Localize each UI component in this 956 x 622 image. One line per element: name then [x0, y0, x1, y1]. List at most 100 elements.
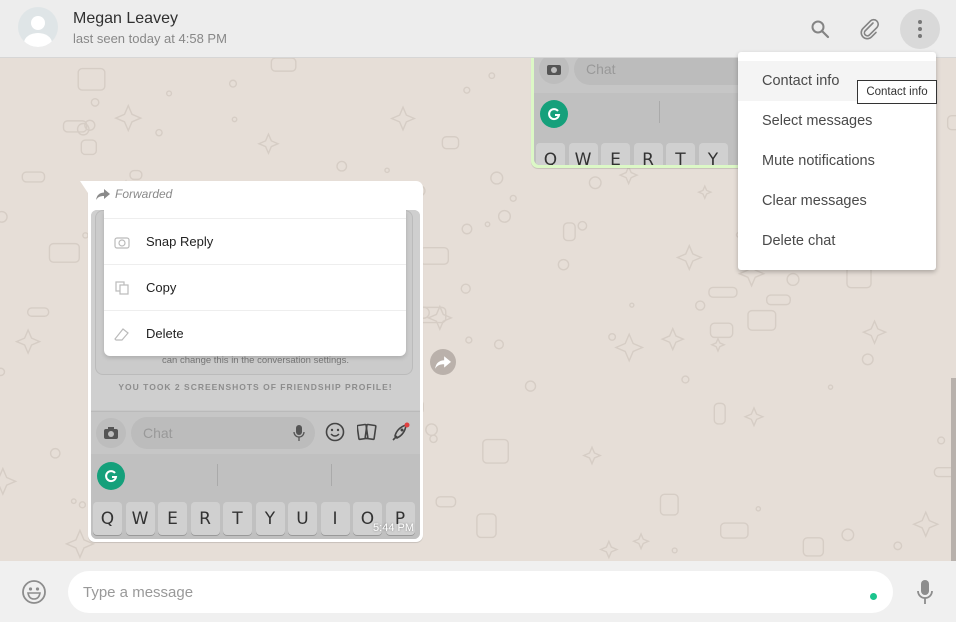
keyboard-key: Y [255, 502, 285, 535]
outgoing-message-bubble[interactable]: Chat QWERTY [531, 58, 746, 168]
wallpaper-doodle [747, 309, 777, 331]
wallpaper-doodle [231, 116, 238, 123]
avatar-body-shape [24, 33, 52, 47]
wallpaper-doodle [49, 447, 61, 459]
wallpaper-doodle [270, 58, 297, 72]
menu-item-select-messages[interactable]: Select messages [738, 101, 936, 141]
search-button[interactable] [800, 9, 840, 49]
camera-icon [547, 65, 561, 75]
keyboard-row: QWERTY [536, 143, 728, 165]
wallpaper-doodle [709, 322, 734, 339]
snap-settings-note: can change this in the conversation sett… [162, 355, 349, 366]
suggestion-divider [659, 101, 660, 123]
wallpaper-doodle [659, 493, 679, 516]
wallpaper-doodle [463, 86, 471, 94]
wallpaper-doodle [743, 406, 765, 428]
wallpaper-doodle [827, 384, 834, 390]
keyboard-suggestions [91, 454, 420, 494]
keyboard-key: R [633, 143, 663, 165]
wallpaper-doodle [562, 222, 576, 242]
snapchat-screenshot-image[interactable]: Chat QWERTY [534, 58, 746, 165]
wallpaper-doodle [497, 209, 512, 223]
wallpaper-doodle [765, 294, 791, 306]
keyboard-key: I [320, 502, 350, 535]
forwarded-arrow-icon [96, 188, 110, 200]
wallpaper-doodle [755, 506, 762, 512]
wallpaper-doodle [114, 103, 143, 133]
camera-icon [104, 427, 118, 439]
contact-name[interactable]: Megan Leavey [73, 10, 178, 28]
wallpaper-doodle [582, 445, 602, 466]
tooltip: Contact info [857, 80, 937, 104]
wallpaper-doodle [588, 176, 602, 190]
wallpaper-doodle [671, 547, 678, 554]
camera-icon [114, 234, 130, 250]
wallpaper-doodle [425, 423, 438, 437]
forward-icon [435, 355, 451, 369]
wallpaper-doodle [90, 97, 100, 107]
menu-item-clear-messages[interactable]: Clear messages [738, 181, 936, 221]
wallpaper-doodle [484, 221, 491, 228]
snap-menu-item-copy: Copy [104, 264, 406, 310]
grammarly-icon [105, 470, 118, 483]
keyboard-key: U [288, 502, 317, 535]
keyboard-key: W [568, 143, 598, 165]
attach-button[interactable] [850, 9, 890, 49]
snap-menu-item-snap-reply: Snap Reply [104, 218, 406, 264]
wallpaper-doodle [524, 380, 537, 392]
voice-message-button[interactable] [915, 579, 935, 610]
wallpaper-doodle [77, 67, 106, 91]
forwarded-label: Forwarded [96, 187, 172, 201]
wallpaper-doodle [465, 336, 473, 344]
rocket-icon [392, 422, 410, 441]
wallpaper-doodle [598, 539, 619, 560]
menu-item-mute-notifications[interactable]: Mute notifications [738, 141, 936, 181]
eraser-icon [114, 326, 130, 342]
grammarly-status-dot [870, 593, 877, 600]
snap-chat-bar: Chat [91, 411, 420, 454]
wallpaper-doodle [384, 167, 390, 174]
emoji-icon [22, 580, 46, 604]
menu-item-delete-chat[interactable]: Delete chat [738, 221, 936, 261]
wallpaper-doodle [493, 339, 504, 350]
snapchat-screenshot-image[interactable]: can change this in the conversation sett… [91, 210, 420, 539]
forwarded-text: Forwarded [115, 187, 173, 201]
wallpaper-doodle [490, 171, 504, 185]
menu-button[interactable] [900, 9, 940, 49]
grammarly-logo [540, 100, 568, 128]
wallpaper-doodle [841, 528, 855, 542]
keyboard-key: W [125, 502, 155, 535]
wallpaper-doodle [488, 72, 496, 80]
incoming-message-bubble[interactable]: Forwarded can change this in the convers… [80, 181, 423, 542]
wallpaper-doodle [937, 436, 946, 445]
wallpaper-doodle [62, 120, 88, 133]
wallpaper-doodle [694, 300, 706, 311]
wallpaper-doodle [14, 328, 42, 355]
wallpaper-doodle [509, 194, 517, 202]
bubble-tail [80, 181, 88, 193]
wallpaper-doodle [802, 537, 825, 557]
chat-scrollbar[interactable] [951, 378, 956, 561]
menu-icon [918, 20, 922, 38]
avatar[interactable] [18, 7, 58, 47]
suggestion-divider [331, 464, 332, 486]
cards-icon [357, 423, 377, 441]
wallpaper-doodle [660, 326, 686, 352]
wallpaper-doodle [389, 105, 417, 132]
wallpaper-doodle [80, 139, 98, 156]
wallpaper-doodle [675, 243, 703, 272]
emoji-button[interactable] [21, 579, 47, 610]
snap-context-menu: Snap Reply Copy Delete [104, 210, 406, 356]
wallpaper-doodle [631, 532, 651, 551]
snap-chat-field: Chat [131, 417, 315, 449]
wallpaper-doodle [710, 336, 726, 353]
keyboard-row: QWERTYUIOP [93, 502, 415, 535]
wallpaper-doodle [846, 266, 872, 289]
wallpaper-doodle [893, 541, 903, 551]
message-input[interactable] [68, 571, 893, 613]
wallpaper-doodle [461, 223, 473, 235]
screenshot-notice: YOU TOOK 2 SCREENSHOTS OF FRIENDSHIP PRO… [118, 382, 393, 392]
wallpaper-doodle [614, 332, 645, 363]
keyboard-key: Y [698, 143, 728, 165]
forward-message-button[interactable] [430, 349, 456, 375]
